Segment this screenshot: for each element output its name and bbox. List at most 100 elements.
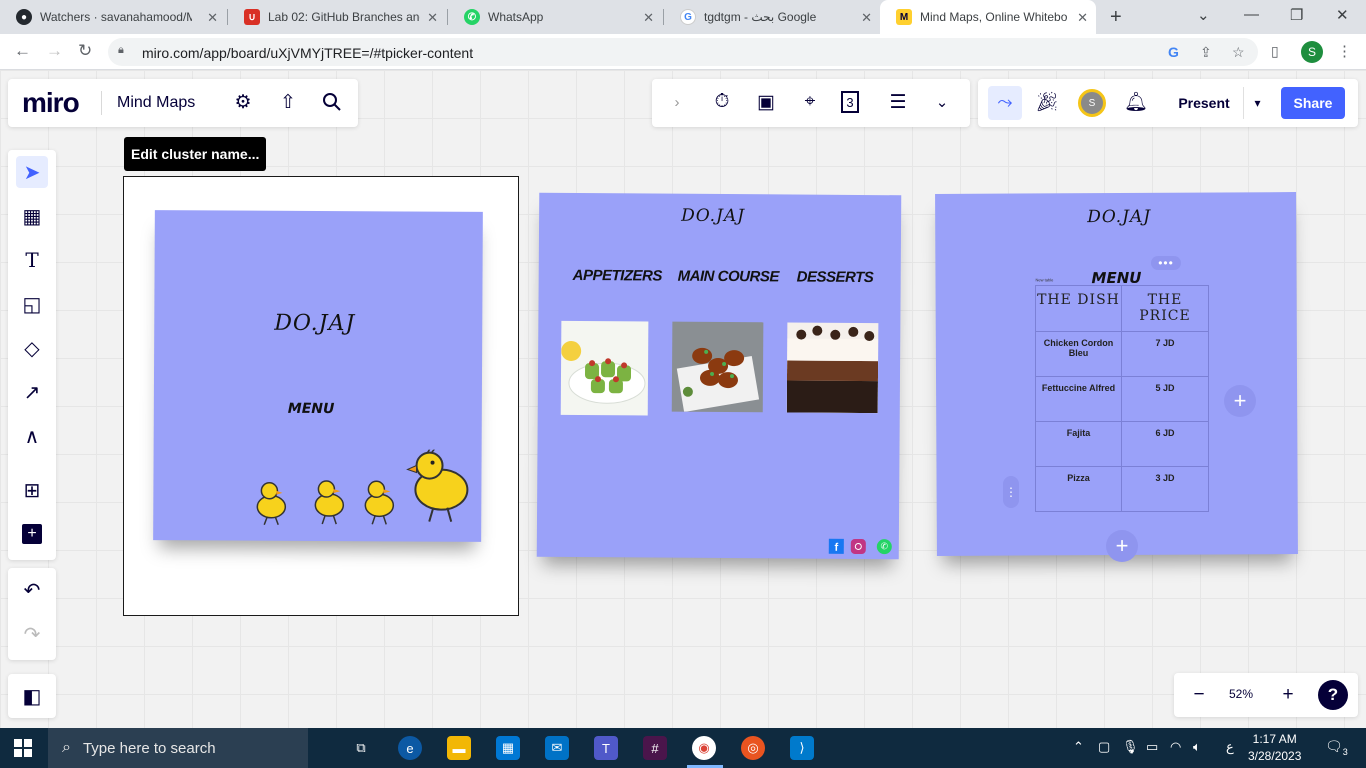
- chevron-down-icon[interactable]: ▾: [1243, 87, 1271, 119]
- share-button[interactable]: Share: [1281, 87, 1345, 119]
- attention-focus-icon[interactable]: ⌖: [797, 89, 823, 115]
- templates-icon[interactable]: ▦: [16, 200, 48, 232]
- microphone-icon[interactable]: 🎙︎: [1122, 739, 1139, 755]
- board-title[interactable]: Mind Maps: [117, 94, 195, 112]
- double-chevron-down-icon[interactable]: ⌄: [929, 89, 955, 115]
- close-window-icon[interactable]: ✕: [1336, 6, 1349, 24]
- sticky-note-icon[interactable]: ◱: [16, 288, 48, 320]
- column-header-dish[interactable]: THE DISH: [1035, 285, 1122, 332]
- cursor-filter-icon[interactable]: ⤳: [988, 86, 1022, 120]
- table-icon[interactable]: ⊞: [16, 474, 48, 506]
- chrome-icon[interactable]: ◉: [692, 736, 716, 760]
- menu-price-table[interactable]: THE DISH THE PRICE Chicken Cordon Bleu 7…: [1035, 285, 1210, 512]
- zoom-out-icon[interactable]: −: [1186, 682, 1212, 708]
- menu-kebab-icon[interactable]: ⋮: [1337, 42, 1352, 60]
- pen-icon[interactable]: ∧: [16, 420, 48, 452]
- tab-whatsapp[interactable]: ✆ WhatsApp ✕: [448, 0, 662, 34]
- omnibox[interactable]: 🔒︎ miro.com/app/board/uXjVMYjTREE=/#tpic…: [108, 38, 1258, 66]
- undo-icon[interactable]: ↶: [16, 574, 48, 606]
- edge-icon[interactable]: e: [398, 736, 422, 760]
- windows-start-icon[interactable]: [14, 739, 32, 762]
- connection-line-icon[interactable]: ↗: [16, 376, 48, 408]
- celebrate-icon[interactable]: 🎉︎: [1034, 89, 1060, 115]
- share-icon[interactable]: ⇪: [1200, 44, 1212, 61]
- calendar-icon[interactable]: 3: [841, 91, 859, 113]
- board-canvas[interactable]: miro Mind Maps ⚙ ⇧ › ⏱ ▣ ⌖ 3 ☰ ⌄ ⤳ 🎉︎ S …: [0, 70, 1366, 728]
- new-tab-plus-icon[interactable]: +: [1110, 6, 1122, 29]
- price-cell[interactable]: 6 JD: [1120, 421, 1210, 467]
- column-options-icon[interactable]: •••: [1151, 256, 1181, 270]
- upload-icon[interactable]: ⇧: [275, 89, 301, 115]
- search-icon[interactable]: [319, 89, 345, 115]
- close-icon[interactable]: ✕: [861, 10, 872, 26]
- reactions-icon[interactable]: ▣: [753, 89, 779, 115]
- dish-cell[interactable]: Chicken Cordon Bleu: [1035, 331, 1122, 377]
- main-course-image[interactable]: [671, 321, 764, 413]
- tab-miro-active[interactable]: M Mind Maps, Online Whitebo ✕: [880, 0, 1096, 34]
- side-panel-icon[interactable]: ▯: [1271, 43, 1279, 60]
- close-icon[interactable]: ✕: [1077, 10, 1088, 26]
- gear-icon[interactable]: ⚙: [230, 89, 256, 115]
- appetizer-image[interactable]: [560, 320, 649, 416]
- profile-avatar[interactable]: S: [1301, 41, 1323, 63]
- vscode-icon[interactable]: ⟩: [790, 736, 814, 760]
- menu-categories-card[interactable]: DO.JAJ APPETIZERS MAIN COURSE DESSERTS f…: [536, 192, 902, 560]
- tab-google-search[interactable]: G tgdtgm - بحث Google ✕: [664, 0, 880, 34]
- notification-center-icon[interactable]: 🗨︎3: [1325, 738, 1348, 757]
- column-header-price[interactable]: THE PRICE: [1120, 285, 1210, 332]
- price-cell[interactable]: 7 JD: [1120, 331, 1210, 377]
- menu-cover-card[interactable]: DO.JAJ MENU: [153, 210, 483, 542]
- forward-arrow-icon[interactable]: →: [46, 41, 63, 61]
- zoom-in-icon[interactable]: +: [1275, 682, 1301, 708]
- meet-now-icon[interactable]: ▢: [1098, 739, 1110, 755]
- restore-icon[interactable]: ❐: [1290, 6, 1303, 24]
- miro-logo[interactable]: miro: [22, 87, 80, 119]
- timer-icon[interactable]: ⏱: [709, 89, 735, 115]
- wifi-icon[interactable]: ◠: [1170, 739, 1181, 755]
- close-icon[interactable]: ✕: [643, 10, 654, 26]
- mail-icon[interactable]: ✉: [545, 736, 569, 760]
- tab-search-chevron-icon[interactable]: ⌄: [1197, 6, 1210, 24]
- text-icon[interactable]: T: [16, 244, 48, 276]
- reload-icon[interactable]: ↻: [78, 41, 92, 61]
- help-icon[interactable]: ?: [1318, 680, 1348, 710]
- back-arrow-icon[interactable]: ←: [14, 41, 31, 61]
- zoom-level[interactable]: 52%: [1229, 687, 1253, 701]
- google-translate-icon[interactable]: G: [1168, 44, 1179, 60]
- avatar[interactable]: S: [1078, 89, 1106, 117]
- store-icon[interactable]: ▦: [496, 736, 520, 760]
- row-options-icon[interactable]: ⋮: [1003, 476, 1019, 508]
- shapes-icon[interactable]: ◇: [16, 332, 48, 364]
- sidebar-toggle-icon[interactable]: ◧: [16, 680, 48, 712]
- tray-chevron-up-icon[interactable]: ⌃: [1073, 739, 1084, 755]
- volume-icon[interactable]: 🔈︎: [1193, 739, 1201, 755]
- add-row-plus-icon[interactable]: +: [1106, 530, 1138, 562]
- dessert-image[interactable]: [786, 322, 879, 414]
- tab-lab-github-branches[interactable]: ∪ Lab 02: GitHub Branches and ✕: [228, 0, 446, 34]
- dish-cell[interactable]: Fajita: [1035, 421, 1122, 467]
- minimize-icon[interactable]: —: [1244, 6, 1259, 23]
- close-icon[interactable]: ✕: [427, 10, 438, 26]
- dish-cell[interactable]: Pizza: [1035, 466, 1122, 512]
- add-more-icon[interactable]: +: [16, 518, 48, 550]
- ubuntu-icon[interactable]: ◎: [741, 736, 765, 760]
- select-cursor-icon[interactable]: ➤: [16, 156, 48, 188]
- present-button[interactable]: Present: [1167, 87, 1241, 119]
- bell-icon[interactable]: 🔔︎: [1123, 89, 1149, 115]
- input-language[interactable]: ع: [1226, 739, 1234, 755]
- notes-icon[interactable]: ☰: [885, 89, 911, 115]
- price-cell[interactable]: 3 JD: [1120, 466, 1210, 512]
- taskbar-clock[interactable]: 1:17 AM 3/28/2023: [1248, 731, 1301, 765]
- url-text[interactable]: miro.com/app/board/uXjVMYjTREE=/#tpicker…: [142, 45, 473, 61]
- teams-icon[interactable]: T: [594, 736, 618, 760]
- tab-github-watchers[interactable]: ● Watchers · savanahamood/M ✕: [0, 0, 226, 34]
- task-view-icon[interactable]: ⧉: [349, 736, 373, 760]
- battery-icon[interactable]: ▭: [1146, 739, 1158, 755]
- close-icon[interactable]: ✕: [207, 10, 218, 26]
- add-column-plus-icon[interactable]: +: [1224, 385, 1256, 417]
- taskbar-search[interactable]: ⌕ Type here to search: [48, 728, 308, 768]
- price-cell[interactable]: 5 JD: [1120, 376, 1210, 422]
- redo-icon[interactable]: ↷: [16, 618, 48, 650]
- slack-icon[interactable]: #: [643, 736, 667, 760]
- file-explorer-icon[interactable]: ▬: [447, 736, 471, 760]
